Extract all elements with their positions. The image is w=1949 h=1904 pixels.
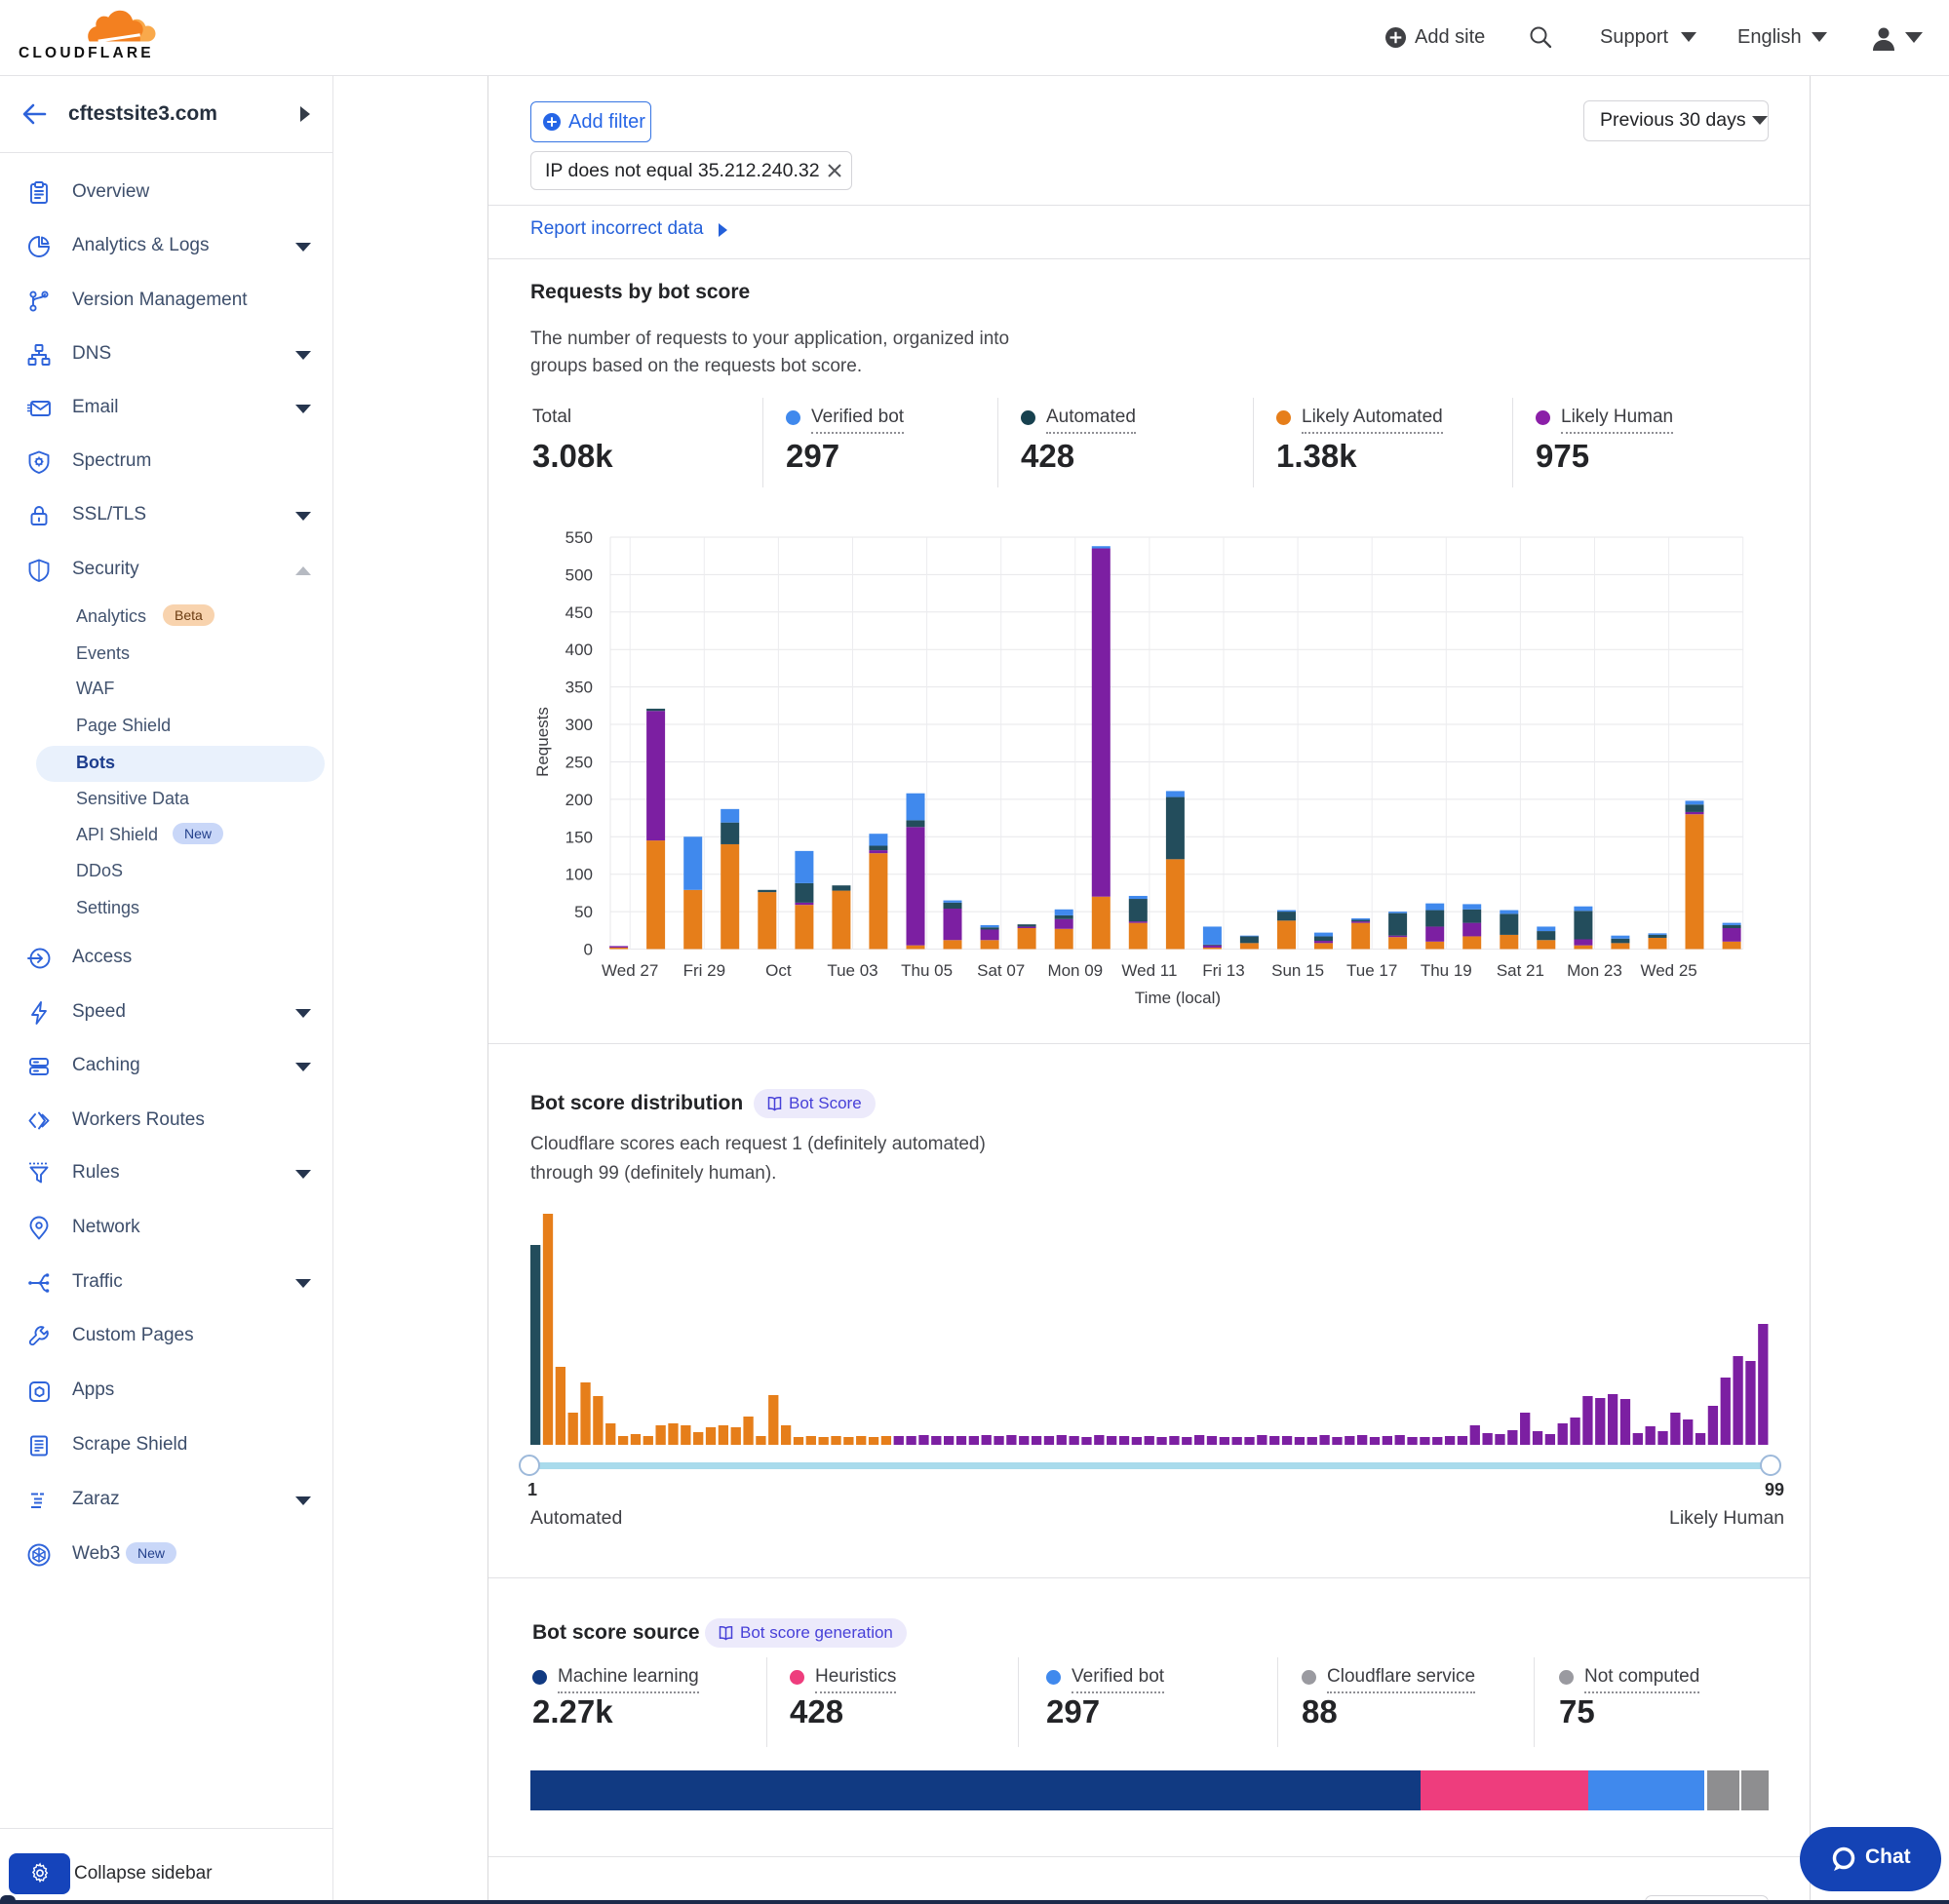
svg-text:550: 550 (565, 528, 593, 547)
svg-text:200: 200 (565, 791, 593, 809)
svg-text:Time (local): Time (local) (1135, 989, 1221, 1007)
svg-text:Oct: Oct (765, 961, 792, 980)
svg-text:Thu 05: Thu 05 (901, 961, 953, 980)
svg-text:Wed 25: Wed 25 (1640, 961, 1696, 980)
svg-text:350: 350 (565, 679, 593, 697)
svg-text:250: 250 (565, 754, 593, 772)
svg-text:300: 300 (565, 716, 593, 734)
svg-text:Fri 29: Fri 29 (683, 961, 725, 980)
svg-text:Sun 15: Sun 15 (1271, 961, 1324, 980)
svg-text:Sat 07: Sat 07 (977, 961, 1025, 980)
svg-text:Mon 23: Mon 23 (1567, 961, 1622, 980)
svg-text:500: 500 (565, 565, 593, 584)
svg-text:Sat 21: Sat 21 (1497, 961, 1544, 980)
svg-text:Mon 09: Mon 09 (1047, 961, 1103, 980)
svg-text:Requests: Requests (533, 707, 552, 777)
svg-text:Tue 03: Tue 03 (827, 961, 877, 980)
svg-text:0: 0 (584, 941, 593, 959)
svg-text:Thu 19: Thu 19 (1421, 961, 1472, 980)
svg-text:450: 450 (565, 603, 593, 622)
svg-text:100: 100 (565, 866, 593, 884)
svg-text:50: 50 (574, 903, 593, 921)
svg-text:Wed 11: Wed 11 (1121, 961, 1177, 980)
svg-text:150: 150 (565, 828, 593, 846)
svg-text:Fri 13: Fri 13 (1202, 961, 1244, 980)
svg-text:Tue 17: Tue 17 (1346, 961, 1397, 980)
svg-text:400: 400 (565, 641, 593, 659)
svg-text:Wed 27: Wed 27 (602, 961, 658, 980)
